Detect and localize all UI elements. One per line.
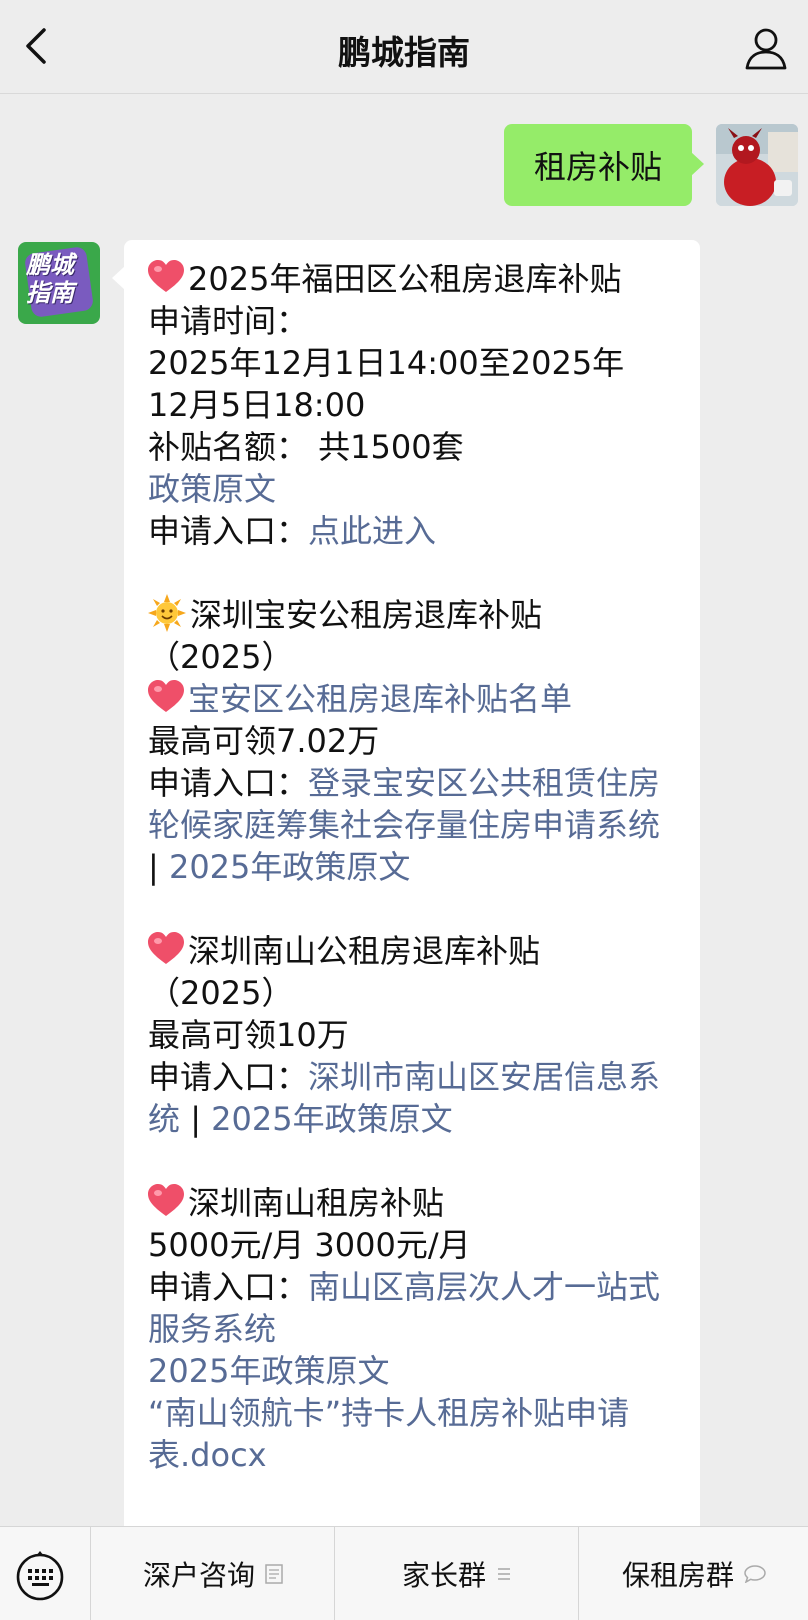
page-title: 鹏城指南 (338, 33, 470, 72)
time-label: 申请时间： (148, 302, 309, 340)
menu-item-label: 保租房群 (621, 1558, 734, 1592)
entry-row: 申请入口：点此进入 (148, 510, 678, 552)
policy-link[interactable]: 2025年政策原文 (148, 1350, 678, 1392)
avatar-logo-text: 鹏城 (26, 251, 74, 279)
sun-face-icon (148, 594, 186, 632)
nav-bar: 鹏城指南 (0, 0, 808, 94)
entry-label: 申请入口： (148, 1268, 309, 1306)
entry-row: 申请入口：深圳市南山区安居信息系统 | 2025年政策原文 (148, 1056, 678, 1140)
section-year: （2025） (148, 974, 294, 1012)
section-title-text: 深圳南山租房补贴 (188, 1184, 445, 1222)
section-year: （2025） (148, 638, 294, 676)
list-row: 宝安区公租房退库补贴名单 (148, 678, 678, 720)
person-icon (745, 28, 787, 70)
entry-label: 申请入口： (148, 512, 309, 550)
section-title: 深圳南山租房补贴 (148, 1182, 678, 1224)
menu-lines-icon (498, 1567, 510, 1580)
entry-link[interactable]: 点此进入 (308, 512, 436, 550)
avatar-photo (716, 124, 798, 206)
section-title: 深圳宝安公租房退库补贴 (148, 594, 678, 636)
heart-icon (148, 932, 184, 964)
bot-message-bubble: 2025年福田区公租房退库补贴 申请时间： 2025年12月1日14:00至20… (112, 240, 700, 1526)
separator: | (180, 1100, 212, 1138)
heart-icon (148, 1184, 184, 1216)
menu-item-label: 家长群 (401, 1558, 486, 1592)
entry-label: 申请入口： (148, 1058, 309, 1096)
bot-avatar[interactable]: 鹏城 指南 (18, 242, 100, 324)
speech-bubble-icon (744, 1564, 766, 1583)
separator: | (148, 848, 169, 886)
time-value: 12月5日18:00 (148, 386, 366, 424)
heart-icon (148, 260, 184, 292)
menu-item-label: 深户咨询 (142, 1558, 255, 1592)
list-link[interactable]: 宝安区公租房退库补贴名单 (188, 680, 572, 718)
section-title: 2025年福田区公租房退库补贴 (148, 258, 678, 300)
section-title-text: 深圳宝安公租房退库补贴 (190, 596, 543, 634)
max-amount: 最高可领7.02万 (148, 722, 380, 760)
quota-text: 补贴名额： 共1500套 (148, 428, 464, 466)
section-title: 深圳南山公租房退库补贴 (148, 930, 678, 972)
user-avatar[interactable] (716, 124, 798, 206)
section-title-text: 2025年福田区公租房退库补贴 (188, 260, 622, 298)
avatar-logo-text: 指南 (26, 279, 74, 307)
policy-link[interactable]: 政策原文 (148, 468, 678, 510)
policy-link[interactable]: 2025年政策原文 (211, 1100, 452, 1138)
keyboard-toggle-button[interactable] (14, 1551, 66, 1603)
keyboard-icon (16, 1551, 64, 1601)
chat-area[interactable]: 租房补贴 鹏城 指南 2025年福田区公租房退库补贴 申请时间： 2025年12… (0, 94, 808, 1526)
entry-row: 申请入口：登录宝安区公共租赁住房轮候家庭筹集社会存量住房申请系统 | 2025年… (148, 762, 678, 888)
heart-icon (148, 680, 184, 712)
entry-label: 申请入口： (148, 764, 309, 802)
bottom-menu-bar: 深户咨询 家长群 保租房群 (0, 1526, 808, 1620)
section-title-text: 深圳南山公租房退库补贴 (188, 932, 541, 970)
page-icon (265, 1563, 283, 1584)
menu-item-hukou-consult[interactable]: 深户咨询 (90, 1527, 335, 1620)
subsidy-amount: 5000元/月 3000元/月 (148, 1226, 471, 1264)
max-amount: 最高可领10万 (148, 1016, 349, 1054)
form-download-link[interactable]: “南山领航卡”持卡人租房补贴申请表.docx (148, 1392, 678, 1476)
menu-item-rental-housing-group[interactable]: 保租房群 (578, 1527, 808, 1620)
entry-row: 申请入口：南山区高层次人才一站式服务系统 (148, 1266, 678, 1350)
policy-link[interactable]: 2025年政策原文 (169, 848, 410, 886)
user-message-bubble[interactable]: 租房补贴 (504, 124, 704, 206)
menu-item-parents-group[interactable]: 家长群 (334, 1527, 579, 1620)
reply-content: 2025年福田区公租房退库补贴 申请时间： 2025年12月1日14:00至20… (148, 258, 678, 1476)
profile-button[interactable] (744, 26, 788, 70)
time-value: 2025年12月1日14:00至2025年 (148, 344, 625, 382)
